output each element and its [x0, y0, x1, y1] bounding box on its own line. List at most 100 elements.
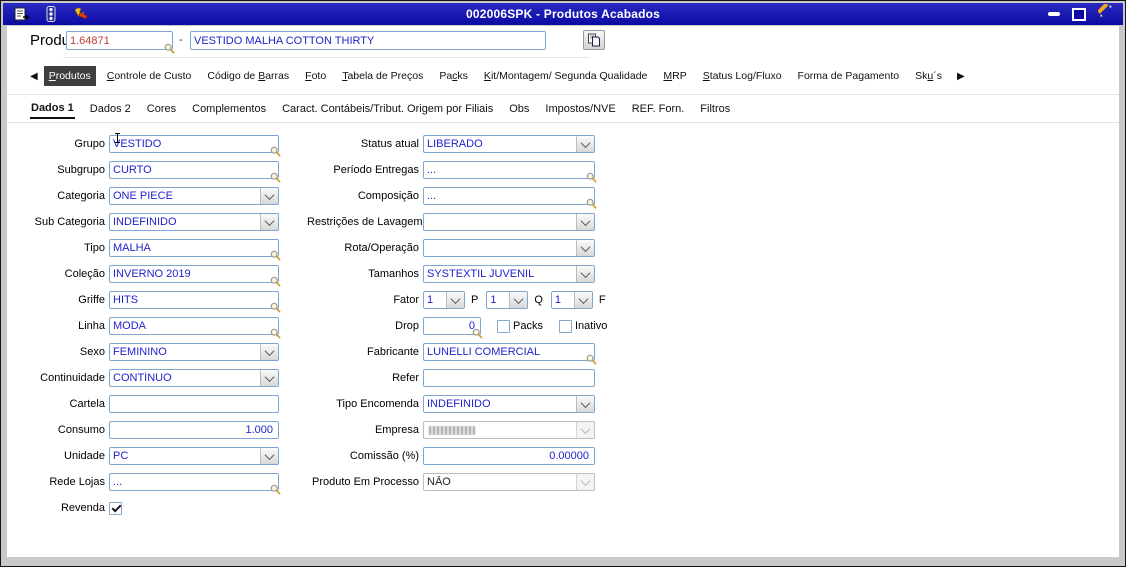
cartela-input[interactable] [109, 395, 279, 413]
subtab-filtros[interactable]: Filtros [699, 100, 731, 118]
row-rota-operacao: Rota/Operação [307, 235, 614, 261]
subtab-dados-2[interactable]: Dados 2 [89, 100, 132, 118]
periodo-entregas-value: ... [427, 164, 437, 176]
chevron-down-icon [580, 267, 591, 278]
tab-produtos[interactable]: Produtos [43, 66, 96, 86]
tab-controle-de-custo[interactable]: Controle de Custo [102, 66, 197, 86]
tab-status-log-fluxo[interactable]: Status Log/Fluxo [698, 66, 787, 86]
refer-label: Refer [392, 372, 419, 384]
report-icon[interactable] [13, 6, 29, 22]
dropdown-button[interactable] [576, 266, 594, 282]
row-griffe: Griffe HITS [30, 287, 281, 313]
restricoes-de-lavagem-select[interactable] [423, 213, 595, 231]
fabricante-label: Fabricante [367, 346, 419, 358]
tab-mrp[interactable]: MRP [658, 66, 691, 86]
subtab-caract-cont-beis-tribut-origem-por-filiais[interactable]: Caract. Contábeis/Tribut. Origem por Fil… [281, 100, 494, 118]
maximize-button[interactable] [1072, 7, 1086, 21]
sexo-select[interactable]: FEMININO [109, 343, 279, 361]
packs-checkbox[interactable] [497, 319, 510, 333]
divider-header [63, 57, 589, 58]
row-periodo-entregas: Período Entregas... [307, 157, 614, 183]
rede-lojas-input[interactable]: ... [109, 473, 281, 495]
product-code-input[interactable]: 1.64871 [66, 31, 175, 54]
minimize-button[interactable] [1048, 12, 1060, 16]
wrench-icon[interactable] [73, 6, 89, 22]
fator-select-q[interactable]: 1 [486, 291, 529, 309]
dropdown-button[interactable] [260, 448, 278, 464]
colecao-input[interactable]: INVERNO 2019 [109, 265, 281, 287]
tab-tabela-de-pre-os[interactable]: Tabela de Preços [337, 66, 428, 86]
tab-scroll-left-icon[interactable]: ◀ [30, 71, 38, 82]
copy-button[interactable] [583, 30, 605, 50]
tab-c-digo-de-barras[interactable]: Código de Barras [202, 66, 294, 86]
tab-packs[interactable]: Packs [434, 66, 473, 86]
fator-suffix-q: Q [534, 294, 543, 306]
product-name-input[interactable]: VESTIDO MALHA COTTON THIRTY [190, 31, 546, 50]
sub-categoria-select[interactable]: INDEFINIDO [109, 213, 279, 231]
comissao-label: Comissão (%) [349, 450, 419, 462]
griffe-input[interactable]: HITS [109, 291, 281, 313]
dropdown-button[interactable] [573, 292, 592, 308]
linha-input[interactable]: MODA [109, 317, 281, 339]
tab-sku-s[interactable]: Sku´s [910, 66, 947, 86]
subtab-impostos-nve[interactable]: Impostos/NVE [544, 100, 616, 118]
consumo-input[interactable]: 1.000 [109, 421, 279, 439]
window-controls [1048, 2, 1113, 25]
refer-input[interactable] [423, 369, 595, 387]
continuidade-select[interactable]: CONTÍNUO [109, 369, 279, 387]
traffic-light-icon[interactable] [43, 6, 59, 22]
colecao-value: INVERNO 2019 [113, 268, 191, 280]
tab-forma-de-pagamento[interactable]: Forma de Pagamento [793, 66, 905, 86]
grupo-input[interactable]: VESTIDO [109, 135, 281, 157]
rota-operacao-select[interactable] [423, 239, 595, 257]
revenda-checkbox[interactable] [109, 501, 122, 515]
dropdown-button[interactable] [260, 214, 278, 230]
tab-kit-montagem-segunda-qualidade[interactable]: Kit/Montagem/ Segunda Qualidade [479, 66, 652, 86]
dropdown-button[interactable] [260, 370, 278, 386]
chevron-down-icon [580, 397, 591, 408]
status-atual-select[interactable]: LIBERADO [423, 135, 595, 153]
dropdown-button[interactable] [260, 344, 278, 360]
unidade-select[interactable]: PC [109, 447, 279, 465]
composicao-input[interactable]: ... [423, 187, 597, 209]
drop-input[interactable]: 0 [423, 317, 483, 339]
tab-foto[interactable]: Foto [300, 66, 331, 86]
periodo-entregas-input[interactable]: ... [423, 161, 597, 183]
cartela-label: Cartela [69, 398, 105, 410]
subtab-obs[interactable]: Obs [508, 100, 530, 118]
unidade-value: PC [113, 450, 129, 462]
inativo-checkbox[interactable] [558, 319, 572, 333]
tamanhos-select[interactable]: SYSTEXTIL JUVENIL [423, 265, 595, 283]
subtab-ref-forn[interactable]: REF. Forn. [631, 100, 686, 118]
categoria-select[interactable]: ONE PIECE [109, 187, 279, 205]
tipo-input[interactable]: MALHA [109, 239, 281, 261]
fator-select-f[interactable]: 1 [550, 291, 593, 309]
minimize-icon [1048, 12, 1060, 16]
tab-scroll-right-icon[interactable]: ▶ [957, 71, 965, 82]
fator-select-p[interactable]: 1 [423, 291, 465, 309]
chevron-down-icon [580, 241, 591, 252]
subtab-dados-1[interactable]: Dados 1 [30, 99, 75, 119]
titlebar[interactable]: 002006SPK - Produtos Acabados [3, 2, 1123, 25]
subgrupo-input[interactable]: CURTO [109, 161, 281, 183]
row-categoria: Categoria ONE PIECE [30, 183, 279, 209]
edit-pencil-button[interactable] [1097, 2, 1113, 24]
fabricante-input[interactable]: LUNELLI COMERCIAL [423, 343, 597, 365]
text-cursor [115, 133, 120, 143]
dropdown-button[interactable] [576, 214, 594, 230]
composicao-value: ... [427, 190, 437, 202]
dropdown-button[interactable] [576, 240, 594, 256]
divider-tabs [7, 94, 1119, 95]
dropdown-button[interactable] [260, 188, 278, 204]
linha-label: Linha [78, 320, 105, 332]
comissao-input[interactable]: 0.00000 [423, 447, 595, 465]
tipo-encomenda-select[interactable]: INDEFINIDO [423, 395, 595, 413]
tamanhos-value: SYSTEXTIL JUVENIL [427, 268, 535, 280]
dropdown-button[interactable] [576, 136, 594, 152]
dropdown-button[interactable] [446, 292, 464, 308]
product-code-value: 1.64871 [70, 34, 110, 47]
subtab-complementos[interactable]: Complementos [191, 100, 267, 118]
subtab-cores[interactable]: Cores [146, 100, 177, 118]
dropdown-button[interactable] [509, 292, 528, 308]
dropdown-button[interactable] [576, 396, 594, 412]
